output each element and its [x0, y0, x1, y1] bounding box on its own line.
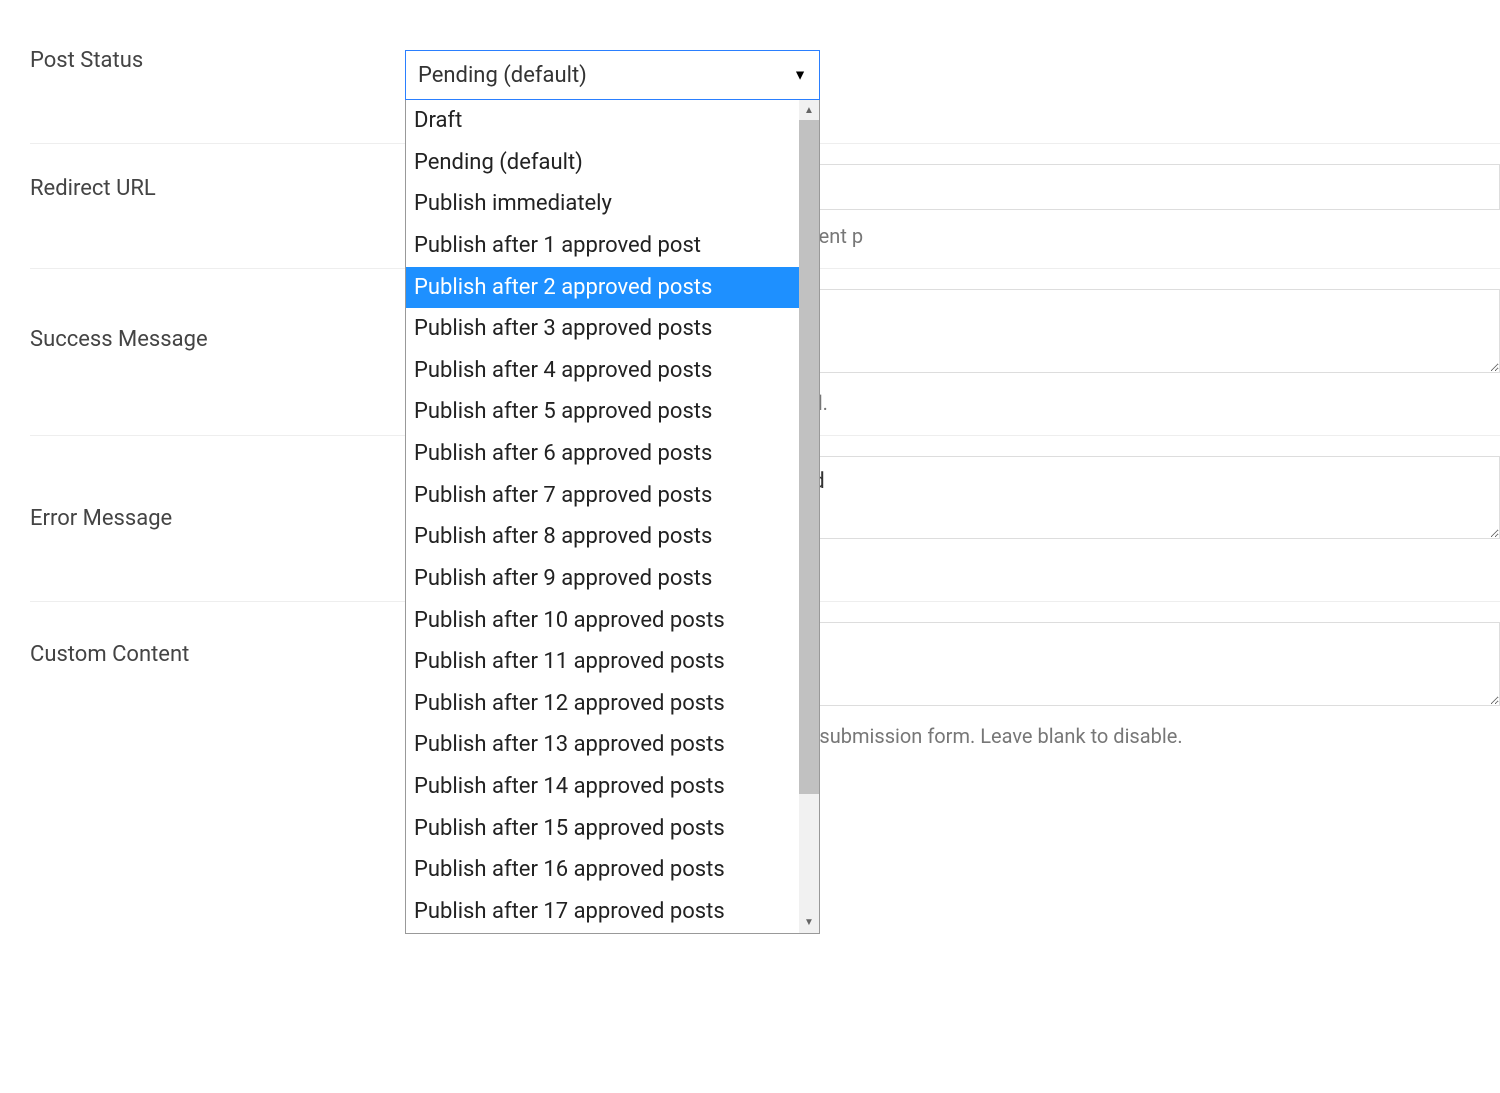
scroll-down-icon[interactable]: ▼ — [799, 913, 819, 933]
post-status-option[interactable]: Publish after 8 approved posts — [406, 516, 799, 558]
label-redirect-url: Redirect URL — [30, 144, 405, 261]
post-status-select-wrapper: Pending (default) ▼ DraftPending (defaul… — [405, 50, 820, 100]
post-status-option[interactable]: Publish after 12 approved posts — [406, 683, 799, 725]
post-status-dropdown: DraftPending (default)Publish immediatel… — [405, 100, 820, 934]
post-status-option[interactable]: Publish after 16 approved posts — [406, 849, 799, 891]
field-post-status: Pending (default) ▼ DraftPending (defaul… — [405, 30, 1500, 120]
chevron-down-icon: ▼ — [793, 67, 807, 84]
post-status-option[interactable]: Publish after 1 approved post — [406, 225, 799, 267]
scroll-thumb[interactable] — [799, 120, 819, 794]
row-post-status: Post Status Pending (default) ▼ DraftPen… — [30, 30, 1500, 143]
post-status-option[interactable]: Draft — [406, 100, 799, 142]
label-custom-content: Custom Content — [30, 602, 405, 717]
post-status-option[interactable]: Publish after 7 approved posts — [406, 475, 799, 517]
post-status-option[interactable]: Pending (default) — [406, 142, 799, 184]
post-status-select[interactable]: Pending (default) ▼ — [405, 50, 820, 100]
post-status-selected-text: Pending (default) — [418, 63, 587, 88]
label-error-message: Error Message — [30, 436, 405, 601]
post-status-option[interactable]: Publish after 13 approved posts — [406, 724, 799, 766]
scroll-track[interactable] — [799, 120, 819, 913]
post-status-option[interactable]: Publish after 11 approved posts — [406, 641, 799, 683]
label-post-status: Post Status — [30, 30, 405, 143]
post-status-dropdown-items: DraftPending (default)Publish immediatel… — [406, 100, 799, 933]
post-status-option[interactable]: Publish immediately — [406, 183, 799, 225]
label-success-message: Success Message — [30, 269, 405, 410]
post-status-option[interactable]: Publish after 3 approved posts — [406, 308, 799, 350]
dropdown-scrollbar[interactable]: ▲ ▼ — [799, 100, 819, 933]
post-status-option[interactable]: Publish after 9 approved posts — [406, 558, 799, 600]
settings-form: Post Status Pending (default) ▼ DraftPen… — [30, 30, 1500, 768]
post-status-option[interactable]: Publish after 5 approved posts — [406, 391, 799, 433]
scroll-up-icon[interactable]: ▲ — [799, 100, 819, 120]
post-status-option[interactable]: Publish after 17 approved posts — [406, 891, 799, 933]
post-status-option[interactable]: Publish after 4 approved posts — [406, 350, 799, 392]
post-status-option[interactable]: Publish after 14 approved posts — [406, 766, 799, 808]
post-status-option[interactable]: Publish after 15 approved posts — [406, 808, 799, 850]
post-status-option[interactable]: Publish after 6 approved posts — [406, 433, 799, 475]
post-status-option[interactable]: Publish after 2 approved posts — [406, 267, 799, 309]
post-status-option[interactable]: Publish after 10 approved posts — [406, 600, 799, 642]
